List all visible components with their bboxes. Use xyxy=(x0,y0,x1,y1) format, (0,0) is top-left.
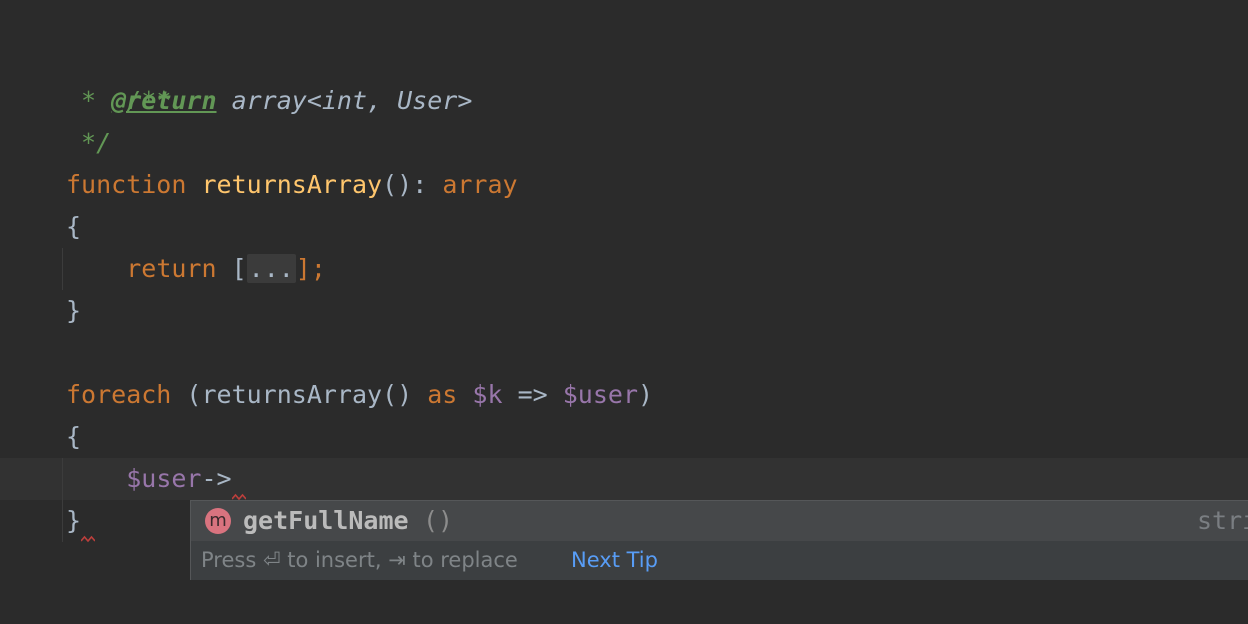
code-line-12[interactable]: } xyxy=(66,500,96,543)
code-line-6[interactable]: return [...]; xyxy=(66,248,326,290)
code-line-1[interactable]: /** xyxy=(66,38,171,115)
variable-user[interactable]: $user xyxy=(126,464,201,493)
doc-return-tag[interactable]: @return xyxy=(111,86,216,115)
variable-k[interactable]: $k xyxy=(472,380,502,409)
doc-comment-star: * xyxy=(66,86,112,115)
completion-return-type: stri xyxy=(1197,506,1248,535)
close-brace: } xyxy=(66,296,82,325)
completion-method-params: () xyxy=(423,506,454,535)
array-close: ]; xyxy=(295,254,326,283)
return-type-array: array xyxy=(442,170,518,199)
double-arrow: => xyxy=(502,380,563,409)
keyword-function: function xyxy=(66,170,187,199)
error-squiggle-icon xyxy=(81,535,96,543)
close-paren: ) xyxy=(638,380,654,409)
method-icon: m xyxy=(205,508,231,534)
doc-comment-close: */ xyxy=(66,128,112,157)
indent-guide xyxy=(62,458,63,542)
code-line-7[interactable]: } xyxy=(66,290,81,332)
next-tip-link[interactable]: Next Tip xyxy=(571,541,658,580)
indent-guide xyxy=(62,248,63,290)
code-line-9[interactable]: foreach (returnsArray() as $k => $user) xyxy=(66,374,653,416)
keyword-as: as xyxy=(427,380,458,409)
code-editor[interactable]: /** * @return array<int, User> */ functi… xyxy=(0,0,1248,624)
object-operator: -> xyxy=(201,464,232,493)
array-open: [ xyxy=(216,254,247,283)
foreach-expression: (returnsArray() xyxy=(171,380,428,409)
variable-user[interactable]: $user xyxy=(563,380,638,409)
completion-popup[interactable]: m getFullName () stri Press ⏎ to insert,… xyxy=(190,500,1248,580)
code-line-11[interactable]: $user-> xyxy=(66,458,246,501)
open-brace: { xyxy=(66,422,82,451)
completion-hint-text: Press ⏎ to insert, ⇥ to replace xyxy=(201,548,518,572)
open-brace: { xyxy=(66,212,82,241)
completion-method-name: getFullName xyxy=(243,506,409,535)
folded-region[interactable]: ... xyxy=(246,254,296,283)
function-name[interactable]: returnsArray xyxy=(201,170,382,199)
code-line-4[interactable]: function returnsArray(): array xyxy=(66,164,518,206)
close-brace: } xyxy=(66,506,82,535)
code-line-5[interactable]: { xyxy=(66,206,81,248)
code-line-10[interactable]: { xyxy=(66,416,81,458)
completion-item[interactable]: m getFullName () stri xyxy=(191,501,1248,541)
keyword-foreach: foreach xyxy=(66,380,172,409)
function-signature-punct: (): xyxy=(382,170,443,199)
code-line-2[interactable]: * @return array<int, User> xyxy=(66,80,472,122)
code-line-3[interactable]: */ xyxy=(66,122,111,164)
keyword-return: return xyxy=(126,254,217,283)
doc-return-type: array<int, User> xyxy=(216,86,473,115)
completion-footer: Press ⏎ to insert, ⇥ to replace Next Tip xyxy=(191,541,1248,580)
